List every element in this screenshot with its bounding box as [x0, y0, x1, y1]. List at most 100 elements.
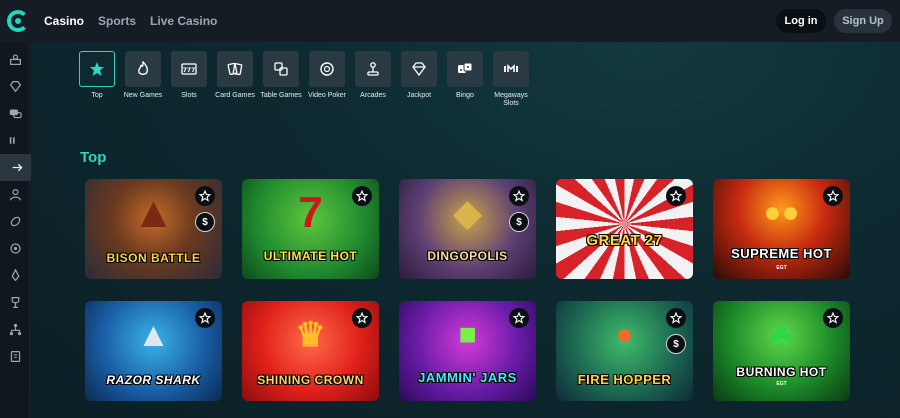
game-tile[interactable]: ♛ SHINING CROWN	[242, 301, 379, 401]
category-label: Bingo	[456, 92, 474, 99]
megaways-icon	[504, 64, 518, 72]
arrow-right-icon	[12, 163, 22, 172]
favorite-button[interactable]	[195, 308, 215, 328]
category-label: New Games	[123, 92, 163, 99]
sidebar-item-football[interactable]	[0, 208, 30, 235]
game-title: SUPREME HOT	[731, 246, 832, 261]
category-arcades[interactable]: Arcades	[355, 51, 391, 108]
game-title: RAZOR SHARK	[106, 373, 201, 387]
game-art: ♣	[770, 316, 793, 354]
sidebar-item-trophy[interactable]	[0, 289, 30, 316]
game-provider: EGT	[776, 265, 787, 271]
game-title: GREAT 27	[586, 232, 663, 249]
logo-icon	[7, 10, 29, 32]
sidebar-item-diamond[interactable]	[0, 73, 30, 100]
category-bingo[interactable]: Bingo	[447, 51, 483, 108]
favorite-button[interactable]	[509, 308, 529, 328]
rocket-icon	[11, 269, 19, 282]
category-new-games[interactable]: New Games	[124, 51, 162, 108]
flame-icon	[138, 61, 149, 75]
category-label: Card Games	[215, 92, 255, 99]
main-nav: Casino Sports Live Casino	[44, 14, 217, 28]
game-art: ♛	[295, 316, 326, 354]
favorite-button[interactable]	[195, 186, 215, 206]
game-title: BURNING HOT	[736, 365, 827, 379]
category-jackpot[interactable]: Jackpot	[401, 51, 437, 108]
logo[interactable]	[0, 0, 36, 42]
game-title: FIRE HOPPER	[577, 372, 672, 387]
category-bar: Top New Games 777 Slots Card Games Table…	[79, 51, 529, 108]
table-dice-icon	[274, 62, 288, 76]
star-outline-icon	[827, 312, 839, 324]
poker-chip-icon	[320, 62, 334, 76]
casino-icon	[9, 54, 21, 65]
category-slots[interactable]: 777 Slots	[171, 51, 207, 108]
sidebar	[0, 42, 34, 418]
sidebar-expand-button[interactable]	[0, 154, 34, 181]
game-tile[interactable]: GREAT 27	[556, 179, 693, 279]
signup-button[interactable]: Sign Up	[834, 9, 892, 33]
game-tile[interactable]: ♣ BURNING HOT EGT	[713, 301, 850, 401]
auth-buttons: Log in Sign Up	[776, 9, 892, 33]
category-card-games[interactable]: Card Games	[215, 51, 255, 108]
category-label: Table Games	[260, 92, 302, 99]
category-video-poker[interactable]: Video Poker	[308, 51, 346, 108]
star-outline-icon	[356, 190, 368, 202]
top-bar: Casino Sports Live Casino Log in Sign Up	[0, 0, 900, 42]
game-tile[interactable]: ◆ DINGOPOLIS $	[399, 179, 536, 279]
sidebar-item-book[interactable]	[0, 343, 30, 370]
favorite-button[interactable]	[509, 186, 529, 206]
game-tile[interactable]: ●● SUPREME HOT EGT	[713, 179, 850, 279]
sidebar-item-badge[interactable]	[0, 235, 30, 262]
category-label: Jackpot	[406, 92, 432, 99]
category-megaways-slots[interactable]: Megaways Slots	[493, 51, 529, 108]
star-outline-icon	[356, 312, 368, 324]
dollar-coin-icon: $	[509, 212, 529, 232]
category-table-games[interactable]: Table Games	[260, 51, 302, 108]
nav-live-casino[interactable]: Live Casino	[150, 14, 217, 28]
nav-casino[interactable]: Casino	[44, 14, 84, 28]
sidebar-item-promo[interactable]	[0, 127, 30, 154]
game-art: ◆	[453, 192, 482, 233]
sidebar-item-tree[interactable]	[0, 316, 30, 343]
game-tile[interactable]: ■ JAMMIN' JARS	[399, 301, 536, 401]
sidebar-item-chat[interactable]	[0, 100, 30, 127]
category-label: Top	[91, 92, 103, 99]
game-art: ▲	[131, 188, 176, 237]
star-outline-icon	[199, 190, 211, 202]
category-label: Megaways Slots	[494, 92, 528, 107]
dice-icon	[458, 62, 473, 73]
star-outline-icon	[513, 312, 525, 324]
favorite-button[interactable]	[823, 186, 843, 206]
favorite-button[interactable]	[823, 308, 843, 328]
tree-icon	[9, 323, 21, 336]
chat-icon	[9, 109, 22, 119]
favorite-button[interactable]	[666, 308, 686, 328]
game-title: DINGOPOLIS	[427, 249, 508, 263]
favorite-button[interactable]	[352, 186, 372, 206]
sidebar-item-casino[interactable]	[0, 46, 30, 73]
game-art: ■	[458, 318, 477, 351]
favorite-button[interactable]	[352, 308, 372, 328]
game-tile[interactable]: 7 ULTIMATE HOT	[242, 179, 379, 279]
login-button[interactable]: Log in	[776, 9, 826, 33]
promo-icon	[9, 137, 15, 144]
sidebar-item-rocket[interactable]	[0, 262, 30, 289]
category-label: Arcades	[360, 92, 386, 99]
game-grid: ▲ BISON BATTLE $ 7 ULTIMATE HOT ◆ DINGOP…	[85, 179, 850, 401]
star-outline-icon	[827, 190, 839, 202]
section-title: Top	[80, 149, 107, 166]
game-provider: EGT	[776, 381, 787, 387]
star-outline-icon	[513, 190, 525, 202]
favorite-button[interactable]	[666, 186, 686, 206]
game-tile[interactable]: ▲ BISON BATTLE $	[85, 179, 222, 279]
game-tile[interactable]: ● FIRE HOPPER $	[556, 301, 693, 401]
star-outline-icon	[199, 312, 211, 324]
nav-sports[interactable]: Sports	[98, 14, 136, 28]
category-top[interactable]: Top	[79, 51, 115, 108]
diamond-icon	[9, 81, 21, 93]
category-label: Video Poker	[307, 92, 346, 99]
category-label: Slots	[181, 92, 197, 99]
game-tile[interactable]: ▲ RAZOR SHARK	[85, 301, 222, 401]
sidebar-item-user[interactable]	[0, 181, 30, 208]
